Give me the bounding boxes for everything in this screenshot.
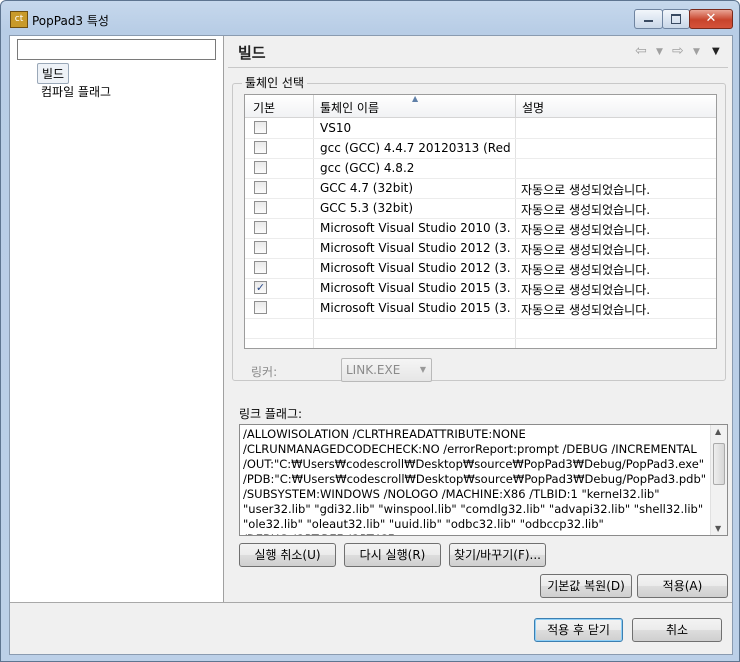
- toolchain-description-cell: 자동으로 생성되었습니다.: [521, 203, 651, 217]
- table-row[interactable]: Microsoft Visual Studio 2012 (3... 자동으로 생…: [245, 238, 716, 259]
- toolchain-name-cell: GCC 4.7 (32bit): [320, 181, 414, 195]
- tree-item-build[interactable]: 빌드: [37, 63, 70, 84]
- default-checkbox[interactable]: [254, 121, 267, 134]
- toolchain-name-cell: Microsoft Visual Studio 2015 (3...: [320, 301, 510, 315]
- sort-ascending-icon: ▲: [412, 94, 419, 103]
- view-menu-icon[interactable]: ▼: [712, 46, 720, 57]
- toolchain-description-cell: 자동으로 생성되었습니다.: [521, 223, 651, 237]
- toolchain-name-cell: Microsoft Visual Studio 2015 (3...: [320, 281, 510, 295]
- apply-and-close-button[interactable]: 적용 후 닫기: [534, 618, 623, 642]
- table-row[interactable]: gcc (GCC) 4.4.7 20120313 (Red ...: [245, 138, 716, 159]
- maximize-icon: [671, 14, 681, 24]
- table-row[interactable]: GCC 5.3 (32bit) 자동으로 생성되었습니다.: [245, 198, 716, 219]
- linker-select[interactable]: LINK.EXE ▼: [341, 358, 432, 382]
- toolchain-description-cell: 자동으로 생성되었습니다.: [521, 243, 651, 257]
- scroll-down-icon[interactable]: ▼: [715, 524, 721, 533]
- apply-button[interactable]: 적용(A): [637, 574, 728, 598]
- table-row[interactable]: VS10: [245, 118, 716, 139]
- toolchain-name-cell: Microsoft Visual Studio 2012 (3...: [320, 261, 510, 275]
- toolchain-name-cell: VS10: [320, 121, 352, 135]
- maximize-button[interactable]: [662, 9, 690, 29]
- toolchain-description-cell: 자동으로 생성되었습니다.: [521, 283, 651, 297]
- header-divider: [515, 95, 516, 117]
- dialog-client: 빌드 컴파일 플래그 빌드 ⇦ ▼ ⇨ ▼ ▼ 툴체인 선택 기본 툴체인 이름…: [9, 35, 733, 655]
- header-divider: [228, 67, 728, 68]
- redo-button[interactable]: 다시 실행(R): [344, 543, 441, 567]
- properties-window: ct PopPad3 특성 ✕ 빌드 컴파일 플래그 빌드 ⇦ ▼ ⇨ ▼ ▼ …: [0, 0, 740, 662]
- forward-arrow-icon[interactable]: ⇨: [672, 43, 684, 59]
- linker-label: 링커:: [251, 365, 278, 379]
- toolchain-group-label: 툴체인 선택: [242, 74, 308, 91]
- header-divider: [313, 95, 314, 117]
- window-title: PopPad3 특성: [32, 14, 109, 28]
- forward-dropdown-icon[interactable]: ▼: [693, 47, 700, 57]
- minimize-icon: [644, 20, 653, 22]
- default-checkbox[interactable]: [254, 241, 267, 254]
- table-row[interactable]: GCC 4.7 (32bit) 자동으로 생성되었습니다.: [245, 178, 716, 199]
- close-icon: ✕: [705, 11, 717, 26]
- toolchain-description-cell: 자동으로 생성되었습니다.: [521, 263, 651, 277]
- undo-button[interactable]: 실행 취소(U): [239, 543, 336, 567]
- back-arrow-icon[interactable]: ⇦: [635, 43, 647, 59]
- default-checkbox[interactable]: [254, 221, 267, 234]
- restore-defaults-button[interactable]: 기본값 복원(D): [540, 574, 632, 598]
- toolchain-description-cell: 자동으로 생성되었습니다.: [521, 183, 651, 197]
- linker-value: LINK.EXE: [346, 363, 401, 377]
- toolchain-name-cell: Microsoft Visual Studio 2012 (3...: [320, 241, 510, 255]
- column-header-default[interactable]: 기본: [253, 99, 275, 116]
- category-pane: 빌드 컴파일 플래그: [10, 36, 224, 602]
- default-checkbox[interactable]: [254, 201, 267, 214]
- page-title: 빌드: [238, 44, 266, 62]
- app-icon: ct: [10, 11, 28, 28]
- cancel-button[interactable]: 취소: [632, 618, 722, 642]
- default-checkbox[interactable]: [254, 161, 267, 174]
- scroll-thumb[interactable]: [713, 443, 725, 485]
- empty-row: [245, 318, 716, 339]
- find-replace-button[interactable]: 찾기/바꾸기(F)...: [449, 543, 546, 567]
- close-button[interactable]: ✕: [689, 9, 733, 29]
- table-row[interactable]: Microsoft Visual Studio 2015 (3... 자동으로 생…: [245, 298, 716, 319]
- toolchain-description-cell: 자동으로 생성되었습니다.: [521, 303, 651, 317]
- table-row[interactable]: ✓ Microsoft Visual Studio 2015 (3... 자동으로 …: [245, 278, 716, 299]
- footer-divider: [10, 602, 732, 603]
- link-flags-scrollbar[interactable]: ▲ ▼: [710, 425, 727, 535]
- toolchain-table: 기본 툴체인 이름 ▲ 설명 VS10 gcc (GCC) 4.4.7 20120…: [244, 94, 717, 349]
- filter-input[interactable]: [17, 39, 216, 60]
- toolchain-name-cell: Microsoft Visual Studio 2010 (3...: [320, 221, 510, 235]
- back-dropdown-icon[interactable]: ▼: [656, 47, 663, 57]
- default-checkbox[interactable]: [254, 141, 267, 154]
- link-flags-label: 링크 플래그:: [239, 407, 303, 421]
- default-checkbox[interactable]: [254, 181, 267, 194]
- table-row[interactable]: gcc (GCC) 4.8.2: [245, 158, 716, 179]
- build-page: 빌드 ⇦ ▼ ⇨ ▼ ▼ 툴체인 선택 기본 툴체인 이름 ▲ 설명 VS10 …: [224, 36, 732, 602]
- title-bar[interactable]: ct PopPad3 특성 ✕: [1, 1, 739, 35]
- column-header-name[interactable]: 툴체인 이름: [320, 99, 379, 116]
- default-checkbox[interactable]: [254, 261, 267, 274]
- scroll-up-icon[interactable]: ▲: [715, 427, 721, 436]
- column-header-description[interactable]: 설명: [522, 99, 544, 116]
- table-row[interactable]: Microsoft Visual Studio 2012 (3... 자동으로 생…: [245, 258, 716, 279]
- toolchain-name-cell: gcc (GCC) 4.4.7 20120313 (Red ...: [320, 141, 510, 155]
- toolchain-name-cell: GCC 5.3 (32bit): [320, 201, 414, 215]
- chevron-down-icon: ▼: [419, 365, 426, 374]
- link-flags-textarea[interactable]: /ALLOWISOLATION /CLRTHREADATTRIBUTE:NONE…: [239, 424, 728, 536]
- link-flags-text[interactable]: /ALLOWISOLATION /CLRTHREADATTRIBUTE:NONE…: [243, 427, 708, 535]
- minimize-button[interactable]: [634, 9, 663, 29]
- table-row[interactable]: Microsoft Visual Studio 2010 (3... 자동으로 생…: [245, 218, 716, 239]
- toolchain-name-cell: gcc (GCC) 4.8.2: [320, 161, 415, 175]
- default-checkbox[interactable]: ✓: [254, 281, 267, 294]
- tree-item-compile-flags[interactable]: 컴파일 플래그: [41, 83, 111, 100]
- default-checkbox[interactable]: [254, 301, 267, 314]
- table-header: 기본 툴체인 이름 ▲ 설명: [245, 95, 716, 118]
